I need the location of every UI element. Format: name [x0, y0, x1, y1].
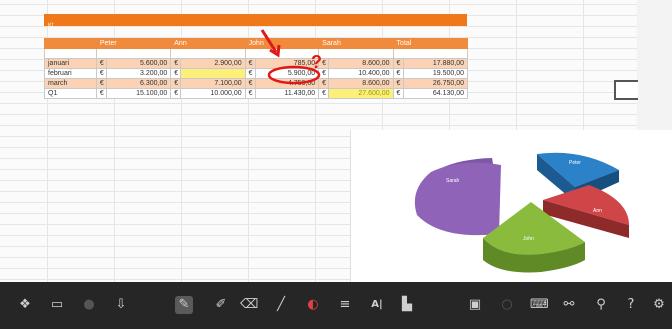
lines-icon[interactable]: ≡ — [336, 296, 354, 314]
table-cell[interactable] — [318, 48, 394, 59]
slice-label-ann: Ann — [593, 208, 602, 214]
header-cell[interactable]: Peter — [95, 38, 172, 49]
cursor-icon[interactable]: ✎ — [175, 296, 193, 314]
table-cell[interactable]: 26.750,00 — [402, 78, 469, 89]
table-cell[interactable]: 64.130,00 — [402, 88, 469, 99]
ring-icon[interactable]: ◐ — [304, 296, 322, 314]
table-cell[interactable] — [392, 48, 469, 59]
annotation-toolbar: ❖ ▭ ● ⇩ ✎ ✐ ⌫ ╱ ◐ ≡ A| ▙ ▣ ○ ⌨ ⚯ ⚲ ? ⚙ — [0, 282, 672, 329]
currency-symbol: € — [318, 88, 330, 99]
table-cell[interactable]: 5.600,00 — [105, 58, 172, 69]
currency-symbol: € — [392, 58, 404, 69]
table-cell[interactable] — [244, 48, 320, 59]
sheet-title: Kt — [48, 23, 54, 29]
table-cell[interactable]: 8.600,00 — [328, 78, 394, 89]
pie-slice-sarah-top — [414, 162, 501, 236]
table-cell-circled[interactable]: 785,00 — [254, 58, 320, 69]
dot-icon[interactable]: ● — [80, 296, 98, 314]
table-cell[interactable]: 3.200,00 — [105, 68, 172, 79]
photo-icon[interactable]: ▣ — [466, 296, 484, 314]
row-label[interactable]: Q1 — [44, 88, 97, 99]
currency-symbol: € — [244, 68, 256, 79]
slice-label-peter: Peter — [569, 160, 581, 166]
table-cell[interactable] — [95, 48, 172, 59]
table-cell[interactable]: 11.430,00 — [254, 88, 320, 99]
table-cell[interactable]: 7.100,00 — [180, 78, 246, 89]
table-cell[interactable]: 19.500,00 — [402, 68, 469, 79]
table-cell[interactable]: 15.100,00 — [105, 88, 172, 99]
record-icon[interactable]: ○ — [498, 296, 516, 314]
table-row — [44, 48, 469, 59]
header-cell[interactable] — [44, 38, 97, 49]
table-cell[interactable]: 6.300,00 — [105, 78, 172, 89]
windows-icon[interactable]: ❖ — [16, 296, 34, 314]
currency-symbol: € — [392, 88, 404, 99]
pen-icon[interactable]: ✐ — [212, 296, 230, 314]
header-cell[interactable]: Sarah — [318, 38, 394, 49]
pie-chart[interactable]: Sarah Peter Ann John — [351, 130, 672, 282]
table-header-row: Peter Ann John Sarah Total — [44, 38, 469, 49]
table-row: march € 6.300,00 € 7.100,00 € 4.750,00 €… — [44, 78, 469, 89]
eraser-icon[interactable]: ⌫ — [240, 296, 258, 314]
settings-icon[interactable]: ⚙ — [650, 296, 668, 314]
table-cell[interactable]: 2.900,00 — [180, 58, 246, 69]
header-cell[interactable]: Ann — [170, 38, 246, 49]
header-cell[interactable]: Total — [392, 38, 469, 49]
currency-symbol: € — [95, 68, 107, 79]
table-cell[interactable]: 4.750,00 — [254, 78, 320, 89]
table-cell[interactable]: 8.600,00 — [328, 58, 394, 69]
table-row: februari € 3.200,00 € € 5.900,00 € 10.40… — [44, 68, 469, 79]
currency-symbol: € — [318, 58, 330, 69]
currency-symbol: € — [244, 88, 256, 99]
row-label[interactable]: februari — [44, 68, 97, 79]
currency-symbol: € — [95, 88, 107, 99]
help-icon[interactable]: ? — [622, 296, 640, 314]
zoom-icon[interactable]: ⚲ — [592, 296, 610, 314]
chart-icon[interactable]: ▙ — [398, 296, 416, 314]
currency-symbol: € — [170, 78, 182, 89]
right-panel — [637, 0, 672, 130]
currency-symbol: € — [95, 78, 107, 89]
currency-symbol: € — [170, 88, 182, 99]
table-cell[interactable]: 5.900,00 — [254, 68, 320, 79]
table-cell[interactable]: 10.400,00 — [328, 68, 394, 79]
table-cell-empty[interactable] — [180, 68, 246, 79]
download-icon[interactable]: ⇩ — [112, 296, 130, 314]
slice-label-john: John — [523, 236, 534, 242]
table-cell[interactable] — [170, 48, 246, 59]
currency-symbol: € — [392, 78, 404, 89]
sheet-title-bar[interactable]: Kt — [44, 14, 467, 29]
table-cell-highlighted[interactable]: 27.600,00 — [328, 88, 394, 99]
text-icon[interactable]: A| — [368, 296, 386, 314]
slice-label-sarah: Sarah — [446, 178, 460, 184]
screen-icon[interactable]: ▭ — [48, 296, 66, 314]
currency-symbol: € — [318, 78, 330, 89]
chart-area[interactable]: Sarah Peter Ann John — [350, 130, 672, 282]
currency-symbol: € — [318, 68, 330, 79]
bracket-shape — [614, 80, 638, 100]
table-cell[interactable]: 17.880,00 — [402, 58, 469, 69]
marker-icon[interactable]: ╱ — [272, 296, 290, 314]
currency-symbol: € — [170, 58, 182, 69]
currency-symbol: € — [244, 78, 256, 89]
row-label[interactable]: januari — [44, 58, 97, 69]
keyboard-icon[interactable]: ⌨ — [530, 296, 549, 314]
header-cell[interactable]: John — [244, 38, 320, 49]
table-row: januari € 5.600,00 € 2.900,00 € 785,00 €… — [44, 58, 469, 69]
table-cell[interactable] — [44, 48, 97, 59]
currency-symbol: € — [170, 68, 182, 79]
table-row: Q1 € 15.100,00 € 10.000,00 € 11.430,00 €… — [44, 88, 469, 99]
currency-symbol: € — [244, 58, 256, 69]
currency-symbol: € — [95, 58, 107, 69]
table-cell[interactable]: 10.000,00 — [180, 88, 246, 99]
currency-symbol: € — [392, 68, 404, 79]
share-icon[interactable]: ⚯ — [560, 296, 578, 314]
row-label[interactable]: march — [44, 78, 97, 89]
data-table[interactable]: Peter Ann John Sarah Total januari € 5.6… — [44, 38, 469, 99]
